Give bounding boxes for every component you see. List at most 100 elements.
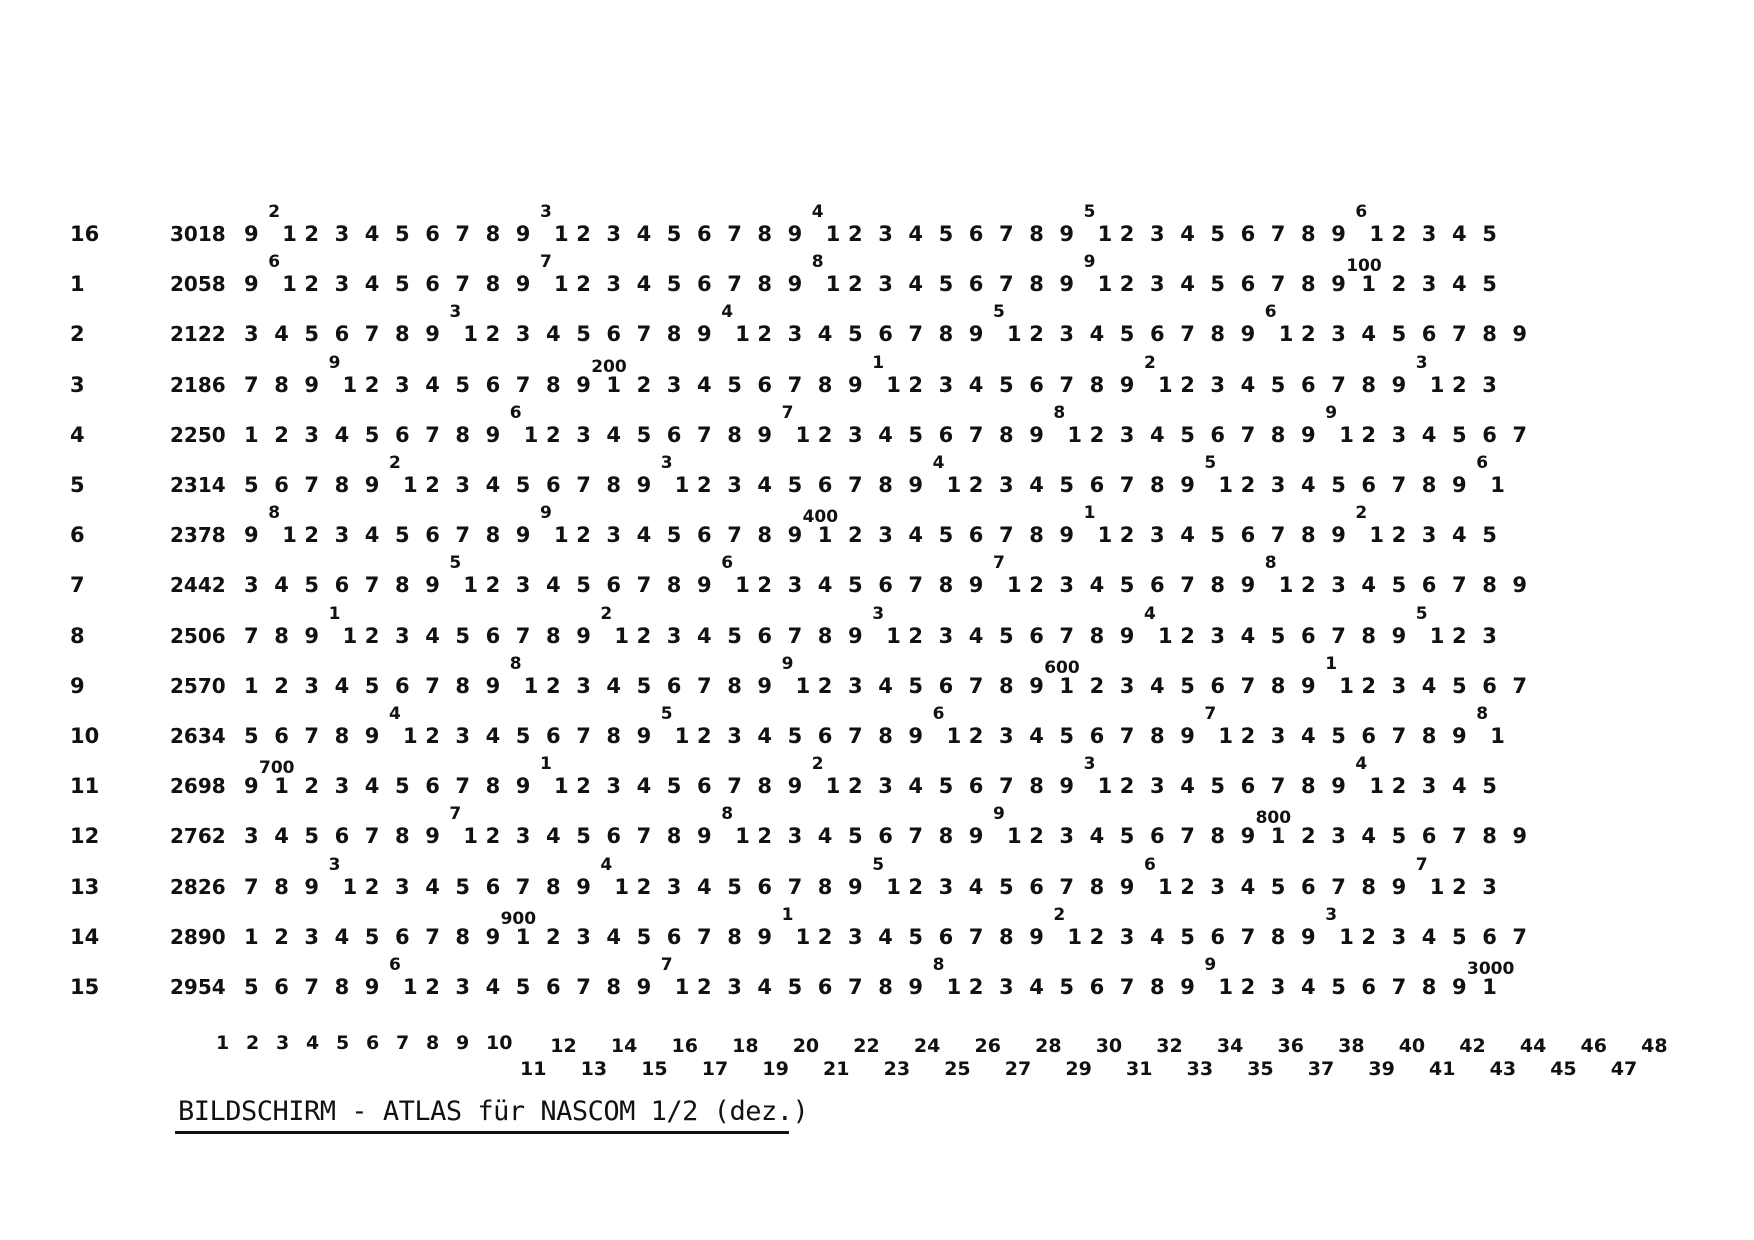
cell-digit: 6: [817, 975, 833, 999]
column-number: 35: [1247, 1058, 1274, 1080]
cell-digit: 8: [938, 824, 954, 849]
cell-digit: 9: [515, 272, 531, 297]
row-label: 1: [70, 272, 85, 297]
cell-marker: 1: [1325, 653, 1338, 674]
cell-digit: 7: [1331, 623, 1346, 648]
cell-digit: 3: [878, 222, 893, 246]
cell-digit: 4: [1089, 824, 1105, 849]
cell-digit: 6: [666, 673, 682, 698]
cell-digit: 9: [1512, 824, 1528, 849]
atlas-grid: 16 3018 9 2 1 2 3 4 5 6 7 8 9 3 1 2 3 4 5 6 7 8 9 4 1 2 3 4 5 6 7 8 9 5 1 2…: [0, 0, 1754, 1080]
cell-digit: 3: [395, 372, 410, 397]
cell-digit: 7: [1512, 924, 1528, 949]
cell-digit: 6: [485, 372, 501, 397]
cell-digit: 4: [274, 824, 289, 849]
cell-marker: 9: [1204, 955, 1217, 975]
cell-digit: 5: [1119, 824, 1135, 849]
cell-digit: 4: [697, 623, 712, 648]
cell-digit: 9: [1059, 523, 1075, 548]
cell-digit: 4: [1180, 523, 1195, 548]
row-label: 6: [70, 523, 85, 548]
cell-digit: 9: [1452, 724, 1467, 748]
cell-digit: 3: [1421, 774, 1437, 799]
cell-digit: 8: [1210, 322, 1226, 347]
cell-digit: 5: [515, 473, 531, 497]
cell-digit: 8: [606, 724, 622, 748]
cell-digit: 5: [1452, 924, 1467, 949]
cell-digit: 9: [1391, 623, 1407, 648]
cell-digit: 2: [1180, 874, 1195, 899]
cell-digit: 8: [395, 322, 410, 347]
cell-digit: 1: [554, 774, 569, 799]
cell-digit: 9: [636, 473, 652, 497]
column-number: 3: [276, 1032, 290, 1054]
cell-digit: 3: [1150, 523, 1165, 548]
cell-digit: 2: [576, 272, 591, 297]
cell-digit: 1: [946, 975, 962, 999]
cell-digit: 2: [817, 673, 833, 698]
cell-digit: 9: [908, 473, 924, 497]
cell-digit: 1: [886, 372, 901, 397]
cell-digit: 7: [244, 623, 259, 648]
cell-digit: 3: [576, 422, 591, 447]
cell-digit: 4: [485, 473, 501, 497]
cell-digit: 7: [364, 322, 380, 347]
cell-digit: 9: [1391, 372, 1407, 397]
cell-digit: 5: [364, 924, 380, 949]
cell-digit: 6: [757, 623, 773, 648]
cell-digit: 9: [1331, 222, 1346, 246]
cell-digit: 1: [825, 774, 841, 799]
cell-marker: 2: [389, 453, 401, 473]
cell-digit: 9: [1029, 673, 1044, 698]
cell-digit: 7: [1119, 975, 1135, 999]
cell-digit: 5: [999, 874, 1014, 899]
column-number: 48: [1641, 1035, 1668, 1057]
cell-digit: 3: [1210, 372, 1226, 397]
row-address: 2698: [170, 774, 226, 799]
cell-digit: 6: [334, 824, 350, 849]
cell-digit: 5: [636, 673, 652, 698]
cell-digit: 5: [938, 523, 954, 548]
cell-digit: 9: [576, 874, 591, 899]
cell-digit: 2: [1452, 874, 1467, 899]
cell-digit: 7: [576, 975, 591, 999]
cell-digit: 7: [1119, 724, 1135, 748]
cell-digit: 1: [1429, 623, 1445, 648]
row-address: 2634: [170, 724, 226, 748]
cell-digit: 5: [1210, 774, 1226, 799]
cell-digit: 3: [304, 924, 320, 949]
cell-digit: 1: [403, 473, 418, 497]
cell-digit: 1: [825, 272, 841, 297]
cell-marker: 7: [1415, 854, 1428, 875]
cell-marker: 2: [600, 603, 613, 624]
cell-digit: 8: [395, 824, 410, 849]
cell-digit: 2: [546, 673, 561, 698]
cell-marker: 6: [389, 955, 401, 975]
cell-digit: 1: [1218, 724, 1234, 748]
cell-digit: 8: [274, 623, 289, 648]
cell-digit: 2: [968, 724, 984, 748]
cell-digit: 8: [817, 874, 833, 899]
cell-digit: 8: [1361, 874, 1377, 899]
cell-digit: 8: [727, 673, 742, 698]
cell-digit: 6: [1482, 924, 1497, 949]
cell-digit: 4: [968, 874, 984, 899]
cell-digit: 3: [244, 824, 259, 849]
column-number: 15: [641, 1058, 668, 1080]
cell-digit: 4: [1240, 372, 1256, 397]
column-number: 39: [1368, 1058, 1395, 1080]
cell-marker: 3: [1415, 352, 1428, 373]
cell-digit: 8: [1270, 673, 1286, 698]
cell-digit: 4: [606, 422, 622, 447]
cell-digit: 1: [1361, 272, 1377, 297]
cell-digit: 6: [606, 322, 622, 347]
cell-digit: 6: [425, 272, 440, 297]
cell-digit: 9: [485, 924, 501, 949]
cell-digit: 1: [523, 422, 539, 447]
cell-digit: 7: [999, 523, 1014, 548]
cell-digit: 6: [1361, 975, 1377, 999]
cell-digit: 9: [968, 824, 984, 849]
cell-digit: 9: [787, 222, 803, 246]
cell-digit: 5: [1391, 322, 1407, 347]
cell-digit: 9: [304, 372, 320, 397]
